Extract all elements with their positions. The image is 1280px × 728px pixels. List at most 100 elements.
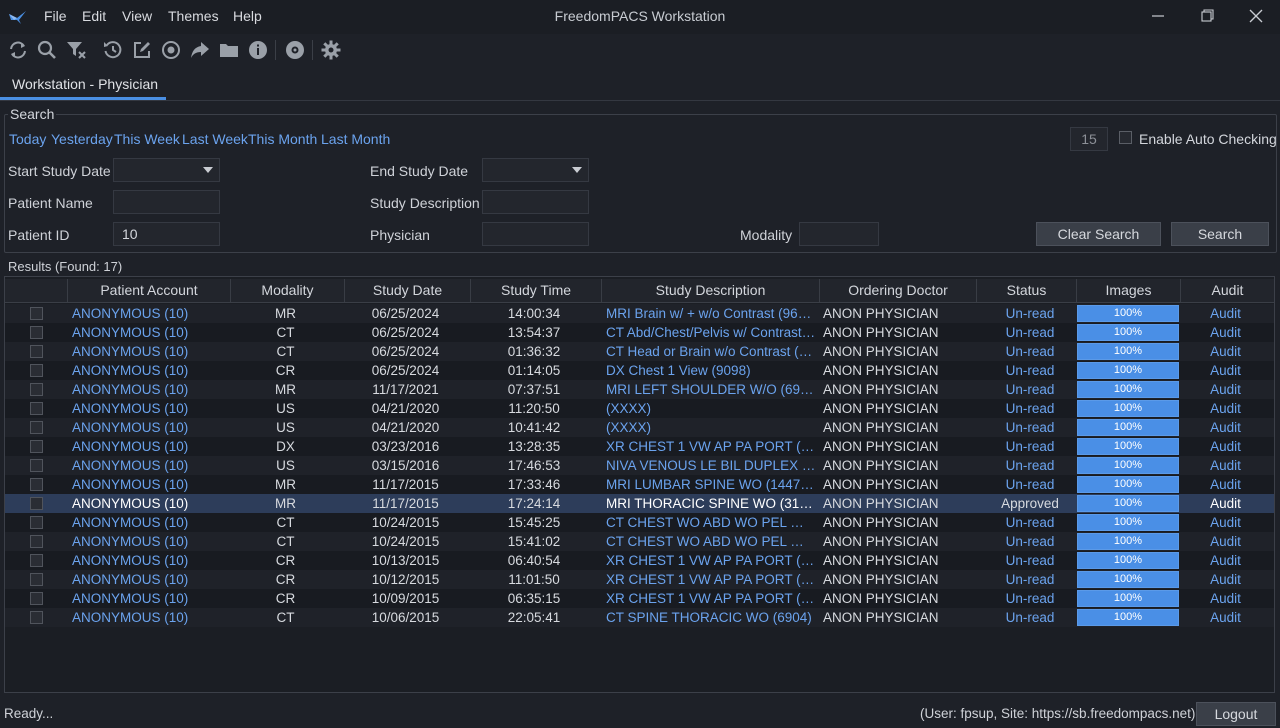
row-checkbox[interactable] (30, 383, 43, 396)
patient-account-link[interactable]: ANONYMOUS (10) (72, 418, 227, 437)
filter-this-month-link[interactable]: This Month (248, 131, 317, 147)
logout-button[interactable]: Logout (1196, 702, 1276, 726)
table-row[interactable]: ANONYMOUS (10) CT 10/06/2015 22:05:41 CT SPI… (5, 608, 1274, 627)
study-description-link[interactable]: CT CHEST WO ABD WO PEL WO (... (606, 532, 816, 551)
header-modality[interactable]: Modality (230, 279, 344, 302)
patient-account-link[interactable]: ANONYMOUS (10) (72, 532, 227, 551)
audit-link[interactable]: Audit (1180, 323, 1271, 342)
table-row[interactable]: ANONYMOUS (10) CR 10/12/2015 11:01:50 XR CHE… (5, 570, 1274, 589)
audit-link[interactable]: Audit (1180, 418, 1271, 437)
menu-themes[interactable]: Themes (168, 8, 219, 24)
row-checkbox[interactable] (30, 478, 43, 491)
status-link[interactable]: Un-read (976, 456, 1084, 475)
audit-link[interactable]: Audit (1180, 456, 1271, 475)
modality-field[interactable] (799, 222, 879, 246)
filter-last-month-link[interactable]: Last Month (321, 131, 390, 147)
menu-help[interactable]: Help (233, 8, 262, 24)
patient-account-link[interactable]: ANONYMOUS (10) (72, 323, 227, 342)
study-description-link[interactable]: MRI LUMBAR SPINE WO (1447799... (606, 475, 816, 494)
clear-search-button[interactable]: Clear Search (1036, 222, 1161, 246)
audit-link[interactable]: Audit (1180, 608, 1271, 627)
status-link[interactable]: Un-read (976, 361, 1084, 380)
table-row[interactable]: ANONYMOUS (10) MR 11/17/2021 07:37:51 MRI LE… (5, 380, 1274, 399)
search-tool-button[interactable] (36, 39, 58, 61)
patient-account-link[interactable]: ANONYMOUS (10) (72, 361, 227, 380)
patient-account-link[interactable]: ANONYMOUS (10) (72, 475, 227, 494)
patient-account-link[interactable]: ANONYMOUS (10) (72, 399, 227, 418)
table-row[interactable]: ANONYMOUS (10) US 04/21/2020 10:41:42 (XXXX… (5, 418, 1274, 437)
study-description-field[interactable] (482, 190, 589, 214)
patient-name-field[interactable] (113, 190, 220, 214)
filter-last-week-link[interactable]: Last Week (182, 131, 248, 147)
study-description-input[interactable] (483, 191, 588, 213)
audit-link[interactable]: Audit (1180, 494, 1271, 513)
edit-button[interactable] (131, 39, 153, 61)
close-button[interactable] (1236, 4, 1276, 30)
menu-file[interactable]: File (44, 8, 67, 24)
row-checkbox[interactable] (30, 497, 43, 510)
patient-account-link[interactable]: ANONYMOUS (10) (72, 437, 227, 456)
row-checkbox[interactable] (30, 364, 43, 377)
audit-link[interactable]: Audit (1180, 399, 1271, 418)
physician-field[interactable] (482, 222, 589, 246)
audit-link[interactable]: Audit (1180, 342, 1271, 361)
header-study-description[interactable]: Study Description (601, 279, 819, 302)
tab-workstation-physician[interactable]: Workstation - Physician (0, 70, 166, 100)
row-checkbox[interactable] (30, 345, 43, 358)
end-date-combo[interactable] (482, 158, 589, 182)
filter-yesterday-link[interactable]: Yesterday (51, 131, 113, 147)
patient-account-link[interactable]: ANONYMOUS (10) (72, 304, 227, 323)
audit-link[interactable]: Audit (1180, 304, 1271, 323)
restore-button[interactable] (1187, 4, 1227, 30)
audit-link[interactable]: Audit (1180, 551, 1271, 570)
status-link[interactable]: Un-read (976, 323, 1084, 342)
row-checkbox[interactable] (30, 402, 43, 415)
audit-link[interactable]: Audit (1180, 513, 1271, 532)
info-button[interactable] (247, 39, 269, 61)
row-checkbox[interactable] (30, 440, 43, 453)
study-description-link[interactable]: XR CHEST 1 VW AP PA PORT (144... (606, 589, 816, 608)
table-row[interactable]: ANONYMOUS (10) DX 03/23/2016 13:28:35 XR CHE… (5, 437, 1274, 456)
start-date-combo[interactable] (113, 158, 220, 182)
header-study-time[interactable]: Study Time (470, 279, 601, 302)
audit-link[interactable]: Audit (1180, 361, 1271, 380)
menu-edit[interactable]: Edit (82, 8, 106, 24)
patient-account-link[interactable]: ANONYMOUS (10) (72, 551, 227, 570)
physician-input[interactable] (483, 223, 588, 245)
modality-input[interactable] (800, 223, 878, 245)
filter-this-week-link[interactable]: This Week (114, 131, 180, 147)
patient-account-link[interactable]: ANONYMOUS (10) (72, 380, 227, 399)
menu-view[interactable]: View (122, 8, 152, 24)
row-checkbox[interactable] (30, 611, 43, 624)
table-row[interactable]: ANONYMOUS (10) CR 10/09/2015 06:35:15 XR CHE… (5, 589, 1274, 608)
study-description-link[interactable]: CT Abd/Chest/Pelvis w/ Contrast (... (606, 323, 816, 342)
study-description-link[interactable]: XR CHEST 1 VW AP PA PORT (AS1... (606, 437, 816, 456)
header-select[interactable] (5, 279, 67, 302)
forward-button[interactable] (189, 39, 211, 61)
table-row[interactable]: ANONYMOUS (10) MR 06/25/2024 14:00:34 MRI Br… (5, 304, 1274, 323)
status-link[interactable]: Un-read (976, 380, 1084, 399)
clear-filter-button[interactable] (65, 39, 87, 61)
study-description-link[interactable]: (XXXX) (606, 418, 816, 437)
patient-account-link[interactable]: ANONYMOUS (10) (72, 589, 227, 608)
patient-name-input[interactable] (114, 191, 219, 213)
row-checkbox[interactable] (30, 516, 43, 529)
header-status[interactable]: Status (976, 279, 1076, 302)
audit-link[interactable]: Audit (1180, 570, 1271, 589)
history-button[interactable] (102, 39, 124, 61)
study-description-link[interactable]: MRI Brain w/ + w/o Contrast (9601) (606, 304, 816, 323)
header-images[interactable]: Images (1076, 279, 1180, 302)
status-link[interactable]: Un-read (976, 342, 1084, 361)
study-description-link[interactable]: CT SPINE THORACIC WO (6904) (606, 608, 816, 627)
header-patient-account[interactable]: Patient Account (67, 279, 230, 302)
row-checkbox[interactable] (30, 421, 43, 434)
row-checkbox[interactable] (30, 307, 43, 320)
audit-link[interactable]: Audit (1180, 380, 1271, 399)
row-checkbox[interactable] (30, 535, 43, 548)
status-link[interactable]: Approved (976, 494, 1084, 513)
patient-account-link[interactable]: ANONYMOUS (10) (72, 342, 227, 361)
status-link[interactable]: Un-read (976, 608, 1084, 627)
status-link[interactable]: Un-read (976, 475, 1084, 494)
minimize-button[interactable] (1138, 4, 1178, 30)
table-row[interactable]: ANONYMOUS (10) CR 06/25/2024 01:14:05 DX Che… (5, 361, 1274, 380)
